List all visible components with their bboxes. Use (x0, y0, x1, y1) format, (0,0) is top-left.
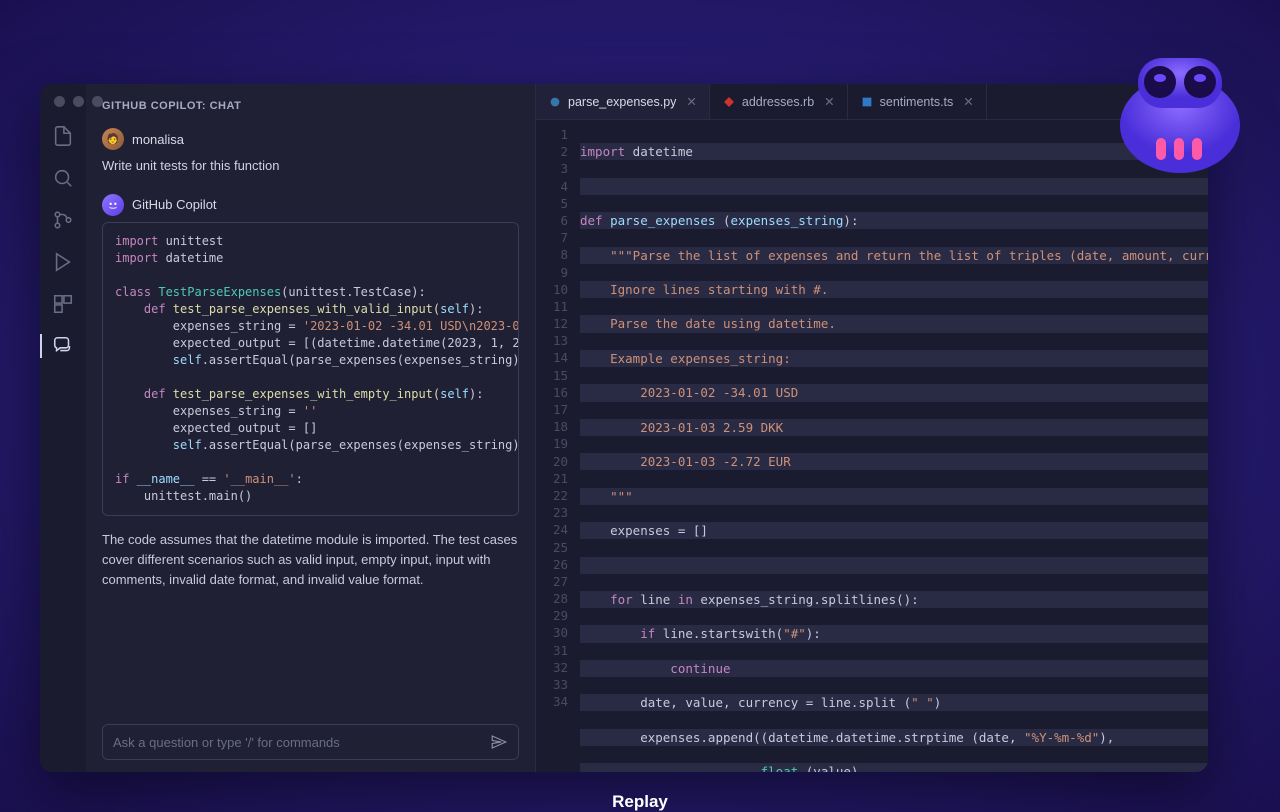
close-icon[interactable]: ✕ (824, 94, 834, 109)
tab-sentiments[interactable]: sentiments.ts ✕ (848, 84, 987, 119)
bot-message: GitHub Copilot import unittest import da… (102, 194, 519, 601)
tab-label: parse_expenses.py (568, 95, 676, 109)
python-file-icon (548, 95, 562, 109)
chat-title: GITHUB COPILOT: CHAT (102, 100, 519, 112)
minimize-dot[interactable] (73, 96, 84, 107)
editor-panel: parse_expenses.py ✕ addresses.rb ✕ senti… (536, 84, 1208, 772)
line-gutter: 1234567891011121314151617181920212223242… (536, 126, 580, 772)
chat-panel: GITHUB COPILOT: CHAT 🧑 monalisa Write un… (86, 84, 536, 772)
files-icon[interactable] (51, 124, 75, 148)
copilot-avatar (102, 194, 124, 216)
user-message: 🧑 monalisa Write unit tests for this fun… (102, 128, 519, 176)
run-debug-icon[interactable] (51, 250, 75, 274)
copilot-mascot-icon (1100, 30, 1260, 180)
tab-parse-expenses[interactable]: parse_expenses.py ✕ (536, 84, 710, 119)
ruby-file-icon (722, 95, 736, 109)
send-icon[interactable] (490, 733, 508, 751)
editor-window: GITHUB COPILOT: CHAT 🧑 monalisa Write un… (40, 84, 1208, 772)
maximize-dot[interactable] (92, 96, 103, 107)
code-content[interactable]: import datetime def parse_expenses (expe… (580, 126, 1208, 772)
bot-name: GitHub Copilot (132, 197, 217, 212)
close-icon[interactable]: ✕ (963, 94, 973, 109)
window-controls (54, 96, 103, 107)
activity-bar (40, 84, 86, 772)
chat-icon[interactable] (51, 334, 75, 358)
chat-input[interactable] (113, 735, 490, 750)
user-name: monalisa (132, 132, 184, 147)
ts-file-icon (860, 95, 874, 109)
user-message-text: Write unit tests for this function (102, 156, 519, 176)
tab-label: sentiments.ts (880, 95, 954, 109)
tab-label: addresses.rb (742, 95, 814, 109)
source-control-icon[interactable] (51, 208, 75, 232)
user-avatar: 🧑 (102, 128, 124, 150)
search-icon[interactable] (51, 166, 75, 190)
code-editor[interactable]: 1234567891011121314151617181920212223242… (536, 120, 1208, 772)
close-dot[interactable] (54, 96, 65, 107)
close-icon[interactable]: ✕ (686, 94, 696, 109)
generated-code-block[interactable]: import unittest import datetime class Te… (102, 222, 519, 517)
bot-explanation: The code assumes that the datetime modul… (102, 530, 519, 590)
tab-addresses[interactable]: addresses.rb ✕ (710, 84, 848, 119)
extensions-icon[interactable] (51, 292, 75, 316)
chat-input-row (102, 724, 519, 760)
replay-label[interactable]: Replay (612, 792, 668, 812)
